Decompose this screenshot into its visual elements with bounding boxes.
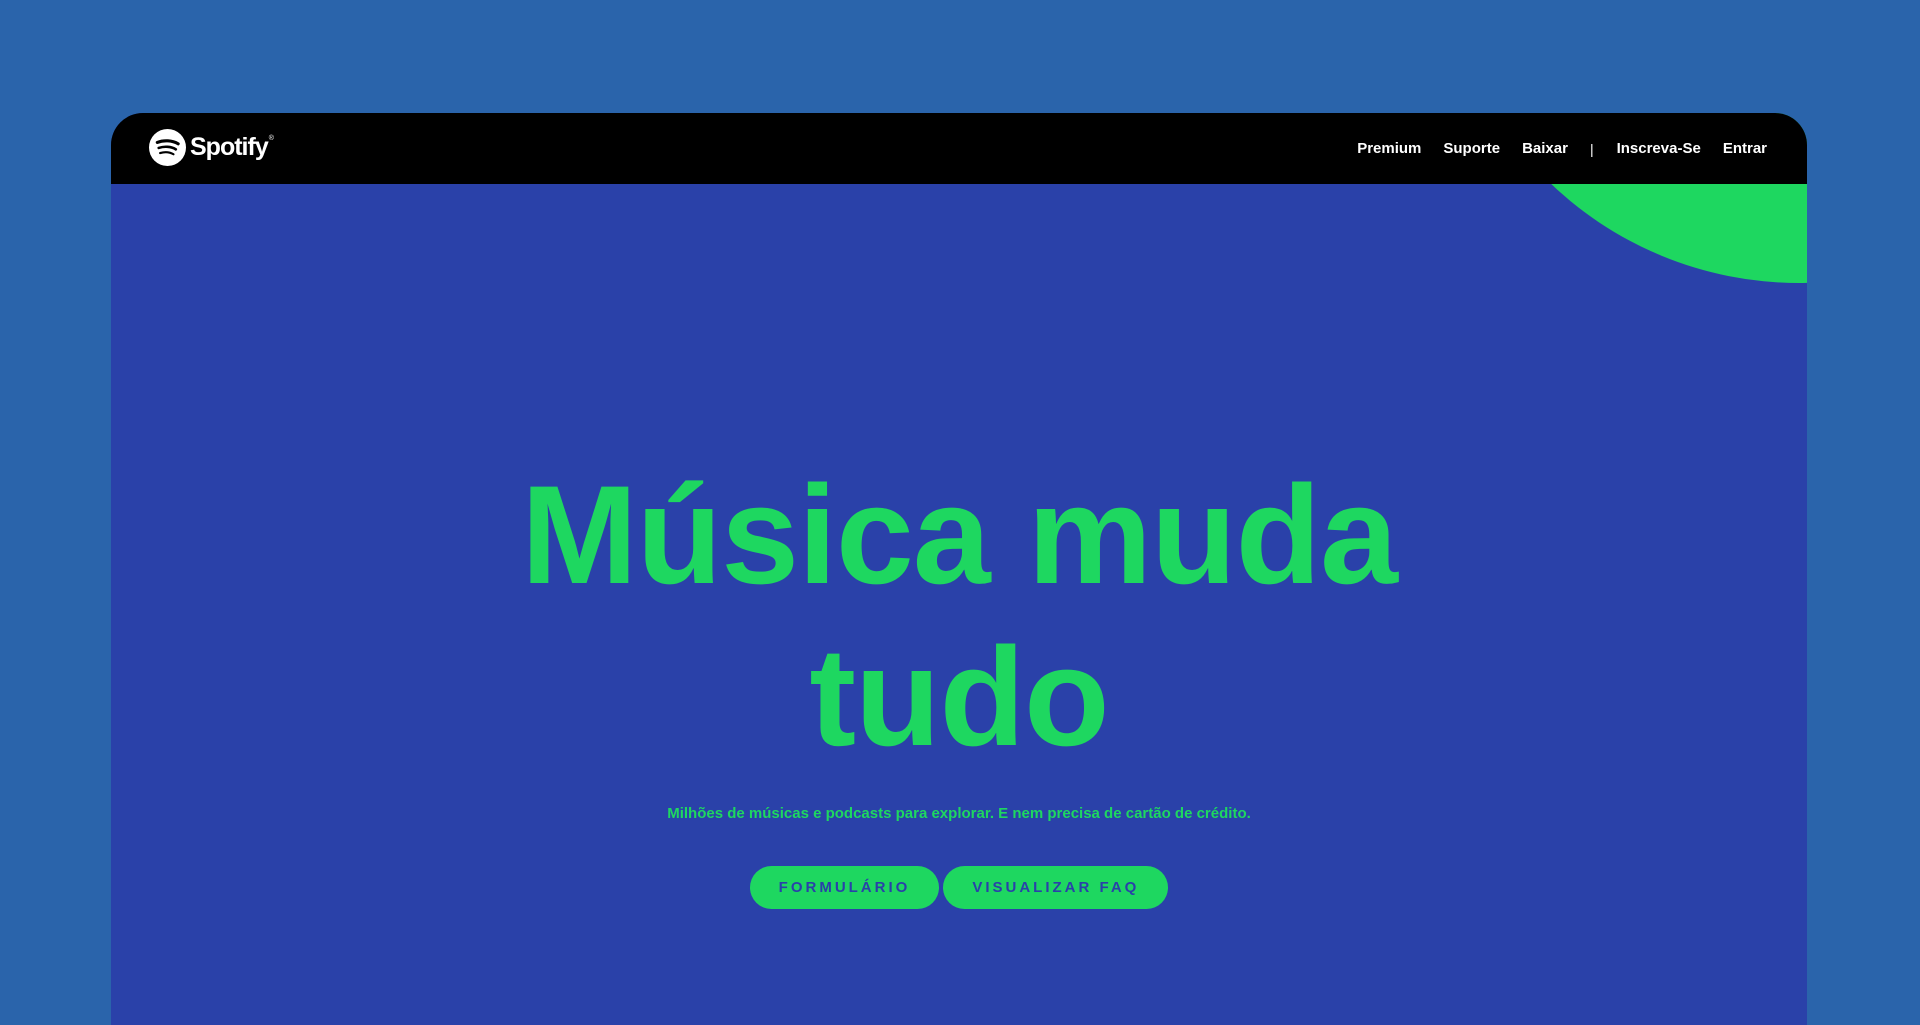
hero-section: Música muda tudo Milhões de músicas e po… — [111, 454, 1807, 909]
navbar: Spotify ® Premium Suporte Baixar | Inscr… — [111, 113, 1807, 184]
brand-logo[interactable]: Spotify ® — [149, 127, 274, 167]
nav-link-inscreva-se[interactable]: Inscreva-Se — [1617, 140, 1701, 157]
hero-subtitle: Milhões de músicas e podcasts para explo… — [667, 805, 1251, 822]
trademark-symbol: ® — [268, 135, 274, 142]
nav-link-suporte[interactable]: Suporte — [1443, 140, 1500, 157]
hero-title: Música muda tudo — [111, 454, 1807, 778]
formulario-button[interactable]: FORMULÁRIO — [749, 866, 940, 909]
visualizar-faq-button[interactable]: VISUALIZAR FAQ — [943, 866, 1169, 909]
nav-link-entrar[interactable]: Entrar — [1723, 140, 1767, 157]
nav-separator: | — [1589, 140, 1594, 157]
page-frame: Spotify ® Premium Suporte Baixar | Inscr… — [111, 113, 1807, 1025]
spotify-logo-icon — [149, 128, 186, 166]
nav-links: Premium Suporte Baixar | Inscreva-Se Ent… — [1335, 113, 1767, 184]
nav-link-premium[interactable]: Premium — [1357, 140, 1421, 157]
hero-title-line-1: Música muda — [521, 456, 1398, 613]
brand-name: Spotify — [190, 132, 269, 161]
nav-link-baixar[interactable]: Baixar — [1522, 140, 1568, 157]
hero-actions: FORMULÁRIO VISUALIZAR FAQ — [111, 866, 1807, 909]
hero-title-line-2: tudo — [809, 618, 1109, 775]
